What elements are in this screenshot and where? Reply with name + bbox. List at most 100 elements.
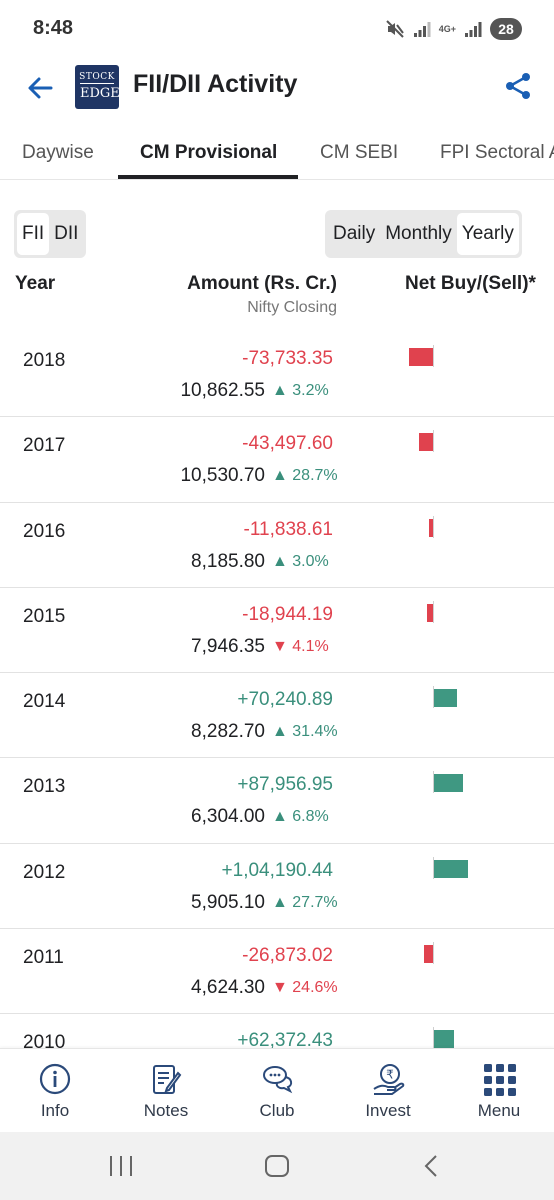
system-back-icon[interactable] bbox=[422, 1154, 442, 1178]
table-row[interactable]: 2013 +87,956.95 6,304.00 ▲ 6.8% bbox=[0, 758, 554, 844]
table-row[interactable]: 2011 -26,873.02 4,624.30 ▼ 24.6% bbox=[0, 929, 554, 1015]
row-nifty-change: ▲ 31.4% bbox=[272, 723, 338, 741]
battery-indicator: 28 bbox=[490, 18, 522, 40]
rupee-hand-icon: ₹ bbox=[373, 1064, 405, 1095]
row-nifty-change: ▲ 3.2% bbox=[272, 382, 329, 399]
net-bar-chart bbox=[380, 686, 530, 709]
info-icon bbox=[39, 1063, 71, 1095]
nav-menu[interactable]: Menu bbox=[444, 1049, 554, 1133]
active-tab-indicator bbox=[118, 175, 298, 179]
status-icons: 4G+ 28 bbox=[385, 18, 522, 40]
yearly-option[interactable]: Yearly bbox=[456, 213, 519, 255]
tab-fpi-sectoral[interactable]: FPI Sectoral Analysis bbox=[440, 142, 554, 164]
bar-axis bbox=[433, 345, 434, 367]
table-row[interactable]: 2017 -43,497.60 10,530.70 ▲ 28.7% bbox=[0, 417, 554, 503]
row-nifty-change: ▲ 3.0% bbox=[272, 552, 329, 570]
nav-menu-label: Menu bbox=[477, 1101, 521, 1120]
net-bar bbox=[434, 774, 463, 793]
nav-club[interactable]: Club bbox=[222, 1049, 332, 1133]
row-year: 2016 bbox=[23, 520, 66, 542]
col-header-net: Net Buy/(Sell)* bbox=[405, 273, 536, 294]
fii-option[interactable]: FII bbox=[17, 213, 50, 255]
row-nifty-closing: 6,304.00 bbox=[191, 806, 265, 828]
col-subheader-nifty: Nifty Closing bbox=[247, 299, 337, 316]
chat-icon bbox=[263, 1066, 293, 1094]
arrow-left-icon bbox=[28, 77, 53, 99]
tab-daywise[interactable]: Daywise bbox=[22, 142, 94, 164]
share-icon bbox=[506, 73, 530, 99]
bar-axis bbox=[433, 515, 434, 538]
row-nifty-closing: 7,946.35 bbox=[191, 635, 265, 657]
row-nifty-closing: 5,905.10 bbox=[191, 891, 265, 913]
net-bar bbox=[424, 945, 433, 964]
network-type: 4G+ bbox=[438, 23, 456, 34]
system-nav-bar bbox=[0, 1132, 554, 1200]
row-amount: +70,240.89 bbox=[237, 689, 333, 711]
row-amount: +62,372.43 bbox=[237, 1030, 333, 1048]
tab-cm-sebi[interactable]: CM SEBI bbox=[320, 142, 398, 164]
row-amount: -73,733.35 bbox=[242, 348, 333, 369]
back-button[interactable] bbox=[24, 72, 56, 104]
table-row[interactable]: 2016 -11,838.61 8,185.80 ▲ 3.0% bbox=[0, 503, 554, 588]
nav-invest[interactable]: ₹ Invest bbox=[333, 1049, 443, 1133]
monthly-option[interactable]: Monthly bbox=[380, 213, 457, 255]
row-year: 2010 bbox=[23, 1032, 66, 1048]
investor-toggle: FII DII bbox=[14, 210, 87, 258]
row-year: 2018 bbox=[23, 350, 66, 371]
period-toggle: Daily Monthly Yearly bbox=[325, 210, 522, 258]
net-bar-chart bbox=[380, 856, 530, 879]
row-nifty-closing: 4,624.30 bbox=[191, 977, 265, 999]
col-header-amount: Amount (Rs. Cr.) bbox=[187, 273, 337, 294]
home-icon[interactable] bbox=[264, 1154, 290, 1178]
bottom-nav: Info Notes Club ₹ Invest Menu bbox=[0, 1048, 554, 1132]
net-bar-chart bbox=[380, 515, 530, 538]
nav-info[interactable]: Info bbox=[0, 1049, 110, 1133]
row-nifty-closing: 8,282.70 bbox=[191, 721, 265, 743]
mute-icon bbox=[386, 20, 404, 38]
row-amount: -18,944.19 bbox=[242, 603, 333, 625]
data-list: 2018 -73,733.35 10,862.55 ▲ 3.2% 2017 -43,497… bbox=[0, 332, 554, 1048]
net-bar-chart bbox=[380, 345, 530, 367]
net-bar-chart bbox=[380, 600, 530, 623]
net-bar bbox=[419, 433, 433, 452]
table-row[interactable]: 2010 +62,372.43 bbox=[0, 1014, 554, 1048]
table-row[interactable]: 2018 -73,733.35 10,862.55 ▲ 3.2% bbox=[0, 332, 554, 418]
dii-option[interactable]: DII bbox=[49, 213, 83, 255]
row-nifty-change: ▼ 24.6% bbox=[272, 979, 338, 997]
row-amount: -43,497.60 bbox=[242, 433, 333, 455]
net-bar bbox=[434, 859, 468, 878]
net-bar bbox=[409, 348, 433, 366]
row-nifty-closing: 10,530.70 bbox=[180, 465, 265, 487]
nav-notes[interactable]: Notes bbox=[111, 1049, 221, 1133]
daily-option[interactable]: Daily bbox=[328, 213, 380, 255]
status-bar: 8:48 4G+ 28 bbox=[0, 0, 554, 58]
nav-notes-label: Notes bbox=[143, 1101, 189, 1120]
recents-icon[interactable] bbox=[108, 1154, 134, 1178]
row-nifty-change: ▲ 27.7% bbox=[272, 893, 338, 911]
row-amount: +87,956.95 bbox=[237, 774, 333, 796]
row-year: 2012 bbox=[23, 861, 66, 883]
signal-icon bbox=[413, 22, 431, 37]
app-bar: STOCK EDGE FII/DII Activity bbox=[0, 58, 554, 118]
table-row[interactable]: 2012 +1,04,190.44 5,905.10 ▲ 27.7% bbox=[0, 844, 554, 930]
tab-bar: Daywise CM Provisional CM SEBI FPI Secto… bbox=[0, 128, 554, 180]
net-bar bbox=[434, 1030, 454, 1048]
table-row[interactable]: 2014 +70,240.89 8,282.70 ▲ 31.4% bbox=[0, 673, 554, 759]
nav-club-label: Club bbox=[259, 1101, 295, 1120]
notes-icon bbox=[153, 1065, 182, 1094]
row-year: 2013 bbox=[23, 776, 66, 798]
share-button[interactable] bbox=[502, 70, 534, 102]
row-nifty-change: ▲ 6.8% bbox=[272, 808, 329, 826]
stockedge-logo: STOCK EDGE bbox=[75, 65, 120, 109]
net-bar bbox=[434, 689, 457, 708]
table-row[interactable]: 2015 -18,944.19 7,946.35 ▼ 4.1% bbox=[0, 588, 554, 674]
col-header-year: Year bbox=[15, 273, 56, 294]
page-title: FII/DII Activity bbox=[133, 70, 298, 98]
row-amount: -26,873.02 bbox=[242, 945, 333, 967]
svg-text:₹: ₹ bbox=[386, 1068, 394, 1082]
net-bar bbox=[429, 518, 433, 537]
row-year: 2011 bbox=[23, 947, 64, 969]
net-bar bbox=[427, 603, 433, 622]
signal-icon-2 bbox=[465, 22, 482, 37]
tab-cm-provisional[interactable]: CM Provisional bbox=[140, 142, 277, 164]
